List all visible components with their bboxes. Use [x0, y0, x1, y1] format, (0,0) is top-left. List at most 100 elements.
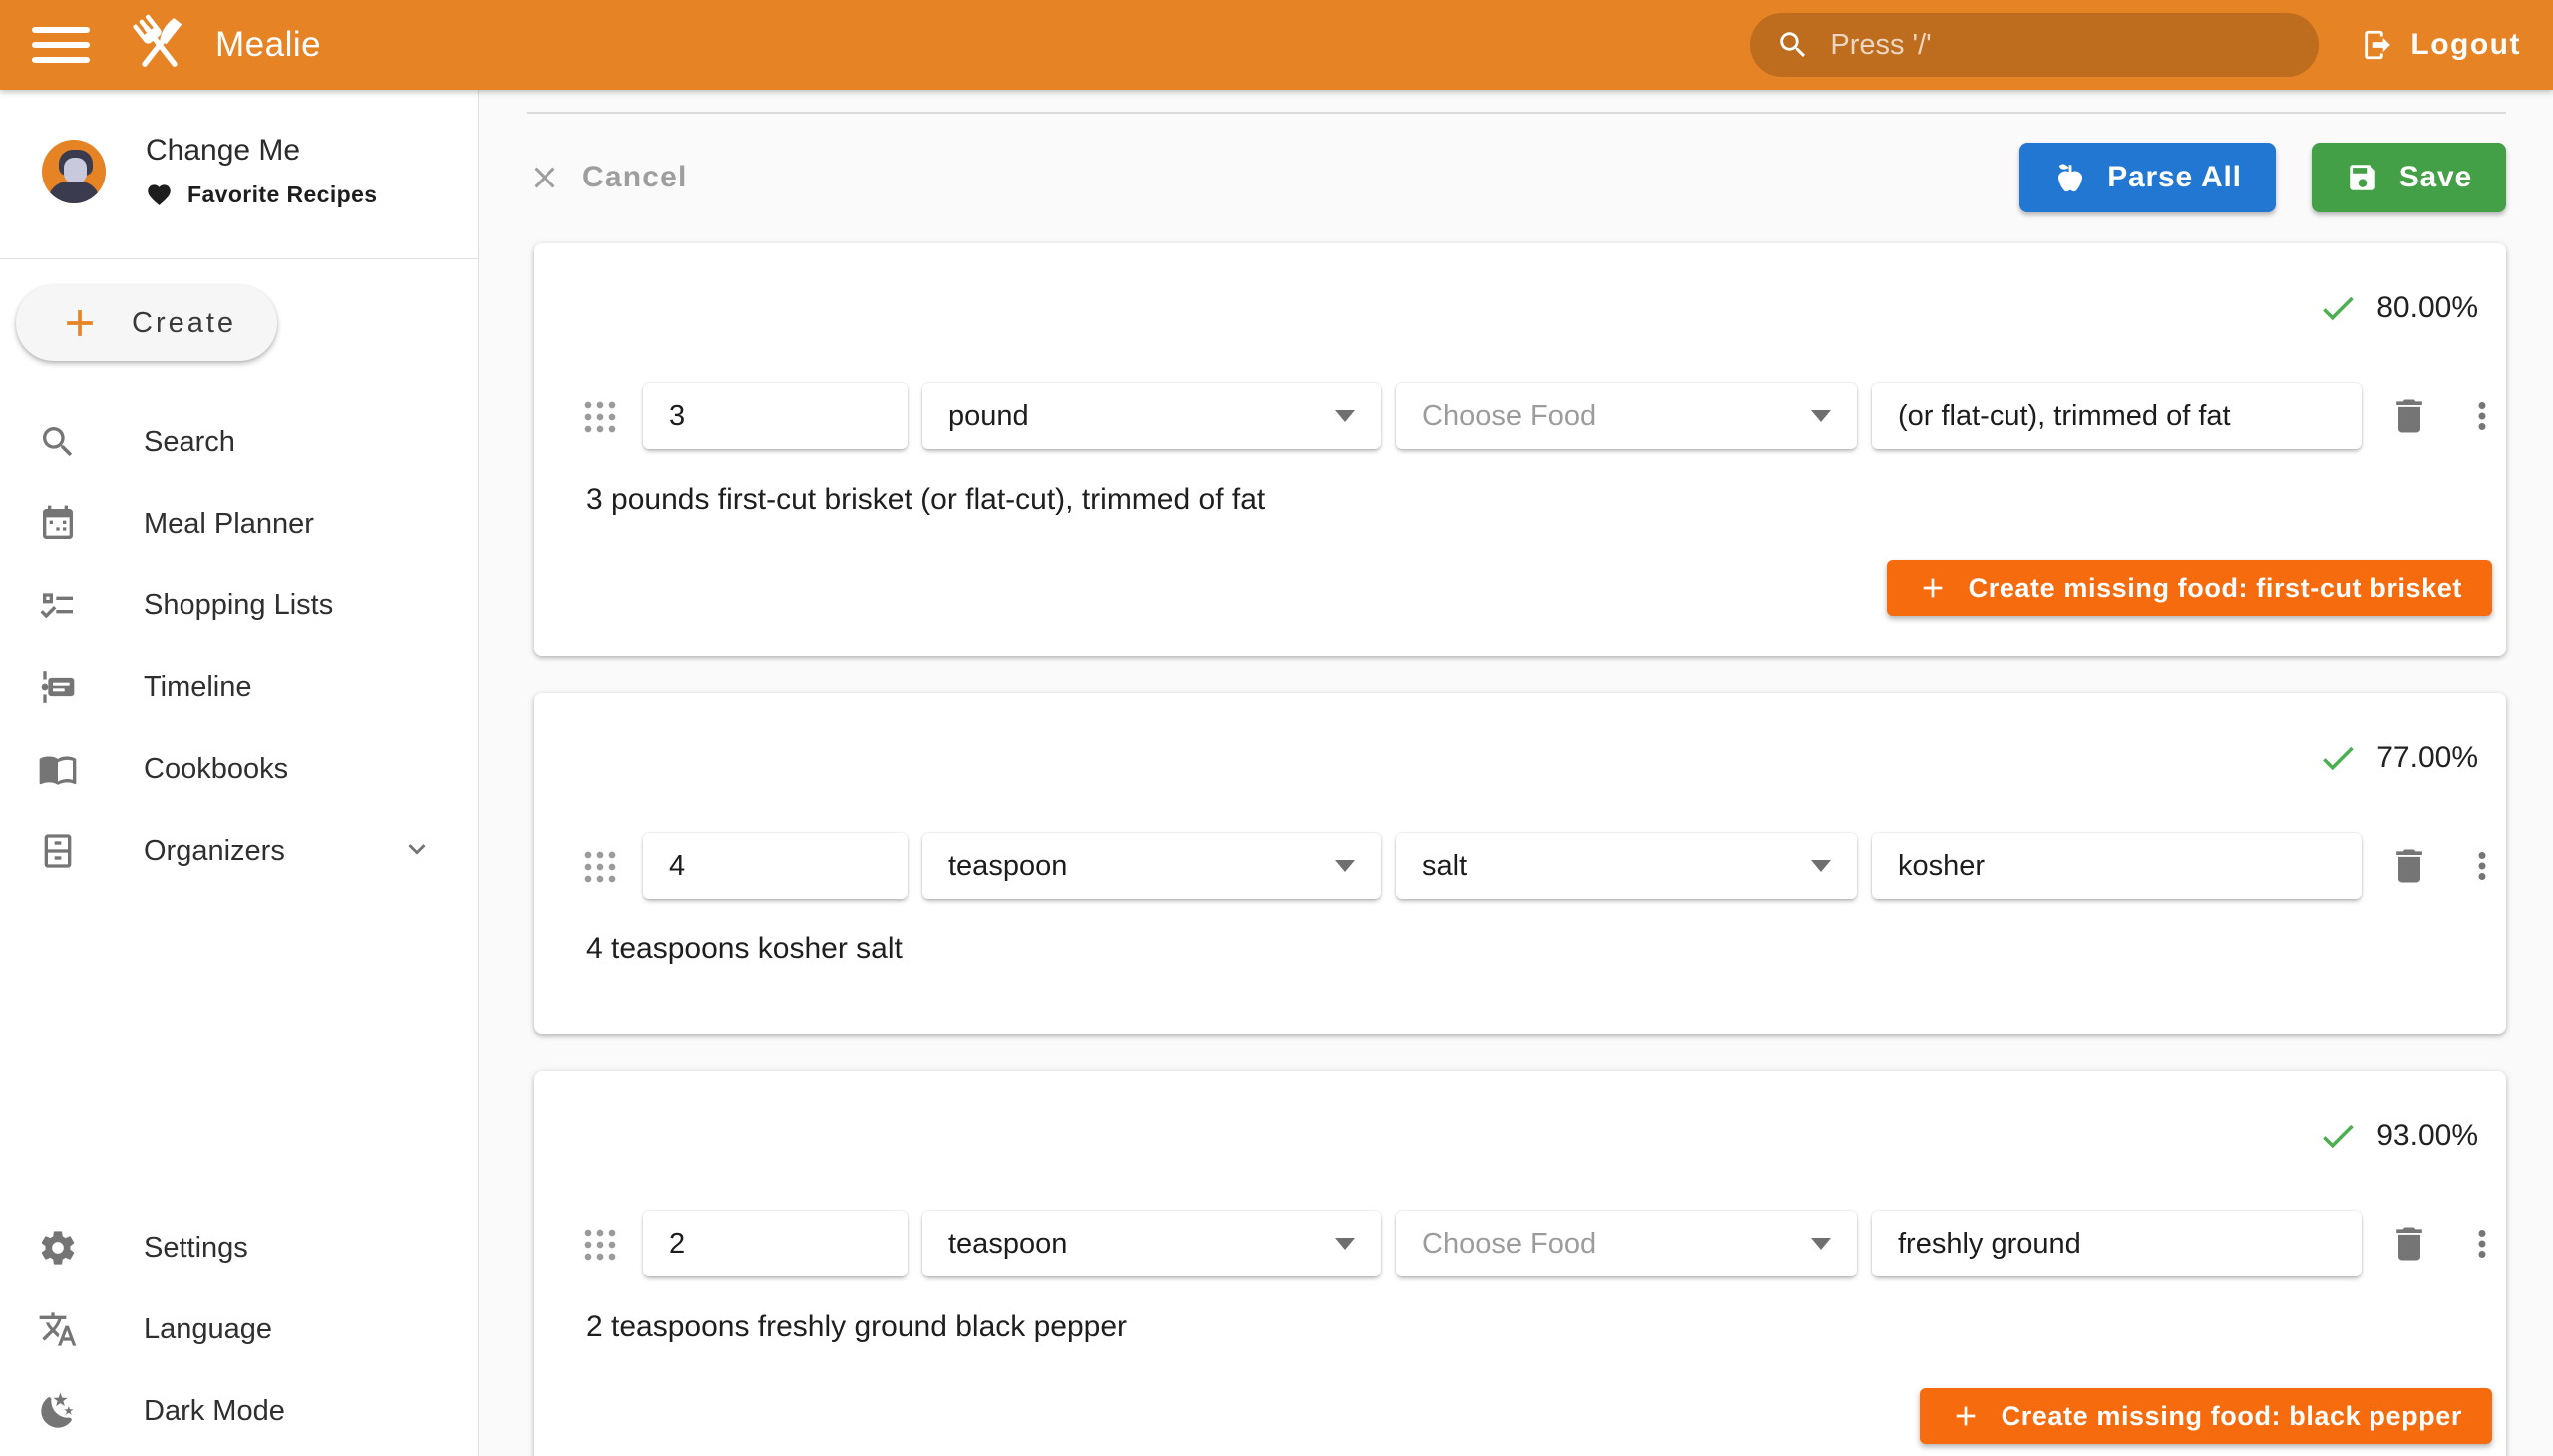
book-icon: [38, 749, 78, 789]
gear-icon: [38, 1228, 78, 1268]
sidebar-footer-nav: Settings Language Dark Mode: [0, 1207, 478, 1456]
favorite-recipes-link[interactable]: Favorite Recipes: [146, 182, 377, 208]
unit-select[interactable]: pound: [922, 383, 1381, 449]
unit-select[interactable]: teaspoon: [922, 833, 1381, 899]
avatar: [42, 140, 106, 203]
food-select[interactable]: Choose Food: [1396, 383, 1857, 449]
food-select[interactable]: salt: [1396, 833, 1857, 899]
parse-all-button[interactable]: Parse All: [2019, 143, 2276, 212]
more-options-button[interactable]: [2461, 395, 2503, 437]
delete-ingredient-button[interactable]: [2387, 1222, 2431, 1266]
search-input[interactable]: [1830, 29, 2293, 62]
main-content: Cancel Parse All Save 80.00%: [479, 90, 2553, 1456]
check-icon: [2317, 287, 2359, 329]
sidebar-item-organizers[interactable]: Organizers: [0, 810, 478, 892]
top-app-bar: Mealie Logout: [0, 0, 2553, 90]
more-options-button[interactable]: [2461, 845, 2503, 887]
amount-field: [643, 1211, 908, 1276]
food-value: salt: [1422, 850, 1467, 883]
note-input[interactable]: [1872, 1211, 2362, 1276]
sidebar: Change Me Favorite Recipes Create Search…: [0, 90, 479, 1456]
check-icon: [2317, 737, 2359, 779]
drag-handle-icon[interactable]: [581, 398, 617, 434]
note-input[interactable]: [1872, 833, 2362, 899]
amount-input[interactable]: [643, 833, 908, 899]
moon-icon: [38, 1391, 78, 1431]
parser-toolbar: Cancel Parse All Save: [527, 142, 2506, 213]
global-search[interactable]: [1750, 13, 2319, 77]
ingredient-card: 80.00% pound Choose Food: [534, 243, 2506, 656]
create-button[interactable]: Create: [16, 285, 277, 361]
timeline-icon: [38, 667, 78, 707]
amount-input[interactable]: [643, 1211, 908, 1276]
create-label: Create: [132, 307, 236, 340]
ingredient-card: 77.00% teaspoon salt: [534, 693, 2506, 1034]
more-options-button[interactable]: [2461, 1223, 2503, 1265]
drag-handle-icon[interactable]: [581, 848, 617, 884]
create-missing-food-button[interactable]: Create missing food: black pepper: [1920, 1388, 2492, 1444]
dropdown-arrow-icon: [1335, 860, 1355, 872]
unit-select[interactable]: teaspoon: [922, 1211, 1381, 1276]
search-icon: [1776, 28, 1810, 62]
translate-icon: [38, 1309, 78, 1349]
create-missing-food-button[interactable]: Create missing food: first-cut brisket: [1887, 560, 2492, 616]
missing-food-row: Create missing food: black pepper: [534, 1388, 2506, 1444]
create-missing-food-label: Create missing food: first-cut brisket: [1969, 573, 2462, 604]
save-button[interactable]: Save: [2312, 143, 2506, 212]
sidebar-item-search[interactable]: Search: [0, 401, 478, 483]
favorite-recipes-label: Favorite Recipes: [187, 182, 377, 208]
logout-label: Logout: [2410, 28, 2521, 62]
note-field: [1872, 383, 2362, 449]
unit-value: pound: [948, 400, 1029, 433]
apple-icon: [2053, 161, 2087, 194]
menu-icon[interactable]: [32, 27, 90, 63]
food-select[interactable]: Choose Food: [1396, 1211, 1857, 1276]
confidence-value: 77.00%: [2376, 741, 2478, 775]
drag-handle-icon[interactable]: [581, 1226, 617, 1262]
sidebar-item-label: Meal Planner: [144, 508, 314, 541]
plus-icon: [1950, 1400, 1982, 1432]
cancel-button[interactable]: Cancel: [527, 160, 688, 195]
food-placeholder: Choose Food: [1422, 400, 1596, 433]
delete-ingredient-button[interactable]: [2387, 844, 2431, 888]
heart-icon: [146, 182, 173, 208]
content-top-divider: [527, 112, 2506, 114]
note-input[interactable]: [1872, 383, 2362, 449]
parse-all-label: Parse All: [2107, 161, 2242, 194]
confidence-row: 93.00%: [534, 1115, 2506, 1157]
create-missing-food-label: Create missing food: black pepper: [2002, 1401, 2462, 1432]
user-block[interactable]: Change Me Favorite Recipes: [0, 90, 478, 208]
sidebar-item-language[interactable]: Language: [0, 1288, 478, 1370]
dropdown-arrow-icon: [1335, 1238, 1355, 1250]
dropdown-arrow-icon: [1811, 410, 1831, 422]
plus-icon: [1917, 572, 1949, 604]
sidebar-item-meal-planner[interactable]: Meal Planner: [0, 483, 478, 564]
sidebar-nav: Search Meal Planner Shopping Lists Timel…: [0, 401, 478, 892]
sidebar-item-shopping-lists[interactable]: Shopping Lists: [0, 564, 478, 646]
delete-ingredient-button[interactable]: [2387, 394, 2431, 438]
sidebar-item-timeline[interactable]: Timeline: [0, 646, 478, 728]
amount-input[interactable]: [643, 383, 908, 449]
sidebar-item-label: Language: [144, 1313, 272, 1346]
cancel-label: Cancel: [582, 161, 688, 194]
sidebar-item-label: Cookbooks: [144, 753, 288, 786]
amount-field: [643, 383, 908, 449]
sidebar-item-cookbooks[interactable]: Cookbooks: [0, 728, 478, 810]
sidebar-item-settings[interactable]: Settings: [0, 1207, 478, 1288]
checklist-icon: [38, 585, 78, 625]
mealie-logo-icon: [124, 9, 195, 81]
dropdown-arrow-icon: [1811, 860, 1831, 872]
dots-vertical-icon: [2461, 395, 2503, 437]
sidebar-item-label: Timeline: [144, 671, 252, 704]
ingredient-card: 93.00% teaspoon Choose Food: [534, 1071, 2506, 1456]
logout-icon: [2361, 28, 2394, 62]
logout-button[interactable]: Logout: [2361, 28, 2521, 62]
sidebar-item-dark-mode[interactable]: Dark Mode: [0, 1370, 478, 1452]
calendar-icon: [38, 504, 78, 544]
amount-field: [643, 833, 908, 899]
search-icon: [38, 422, 78, 462]
save-icon: [2346, 161, 2379, 194]
ingredient-fields-row: teaspoon salt: [534, 833, 2506, 899]
close-icon: [527, 160, 562, 195]
user-name: Change Me: [146, 134, 377, 168]
